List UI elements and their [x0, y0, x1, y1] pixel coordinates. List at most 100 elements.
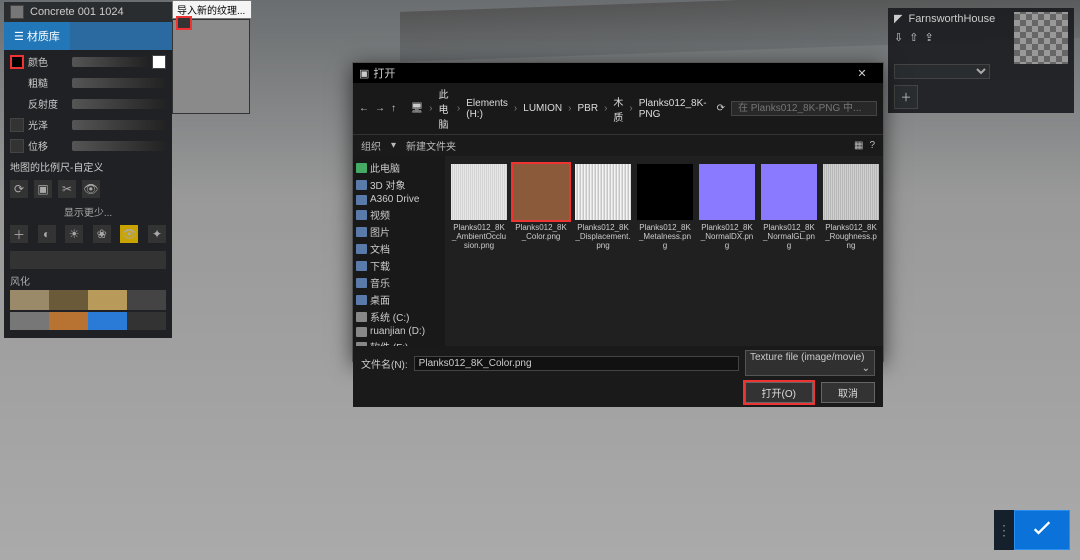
- label-depth: 位移: [28, 138, 68, 153]
- toolbar-add-icon[interactable]: ＋: [10, 225, 28, 243]
- open-folder-icon[interactable]: [176, 16, 192, 30]
- filename-input[interactable]: [414, 356, 739, 371]
- label-wind: 风化: [4, 273, 172, 288]
- close-icon[interactable]: ✕: [847, 67, 877, 80]
- confirm-check-button[interactable]: [1014, 510, 1070, 550]
- toolbar-leaf-icon[interactable]: ❀: [93, 225, 111, 243]
- tool-eye-icon[interactable]: 👁: [82, 180, 100, 198]
- search-input[interactable]: [731, 101, 877, 116]
- hud-dropdown[interactable]: [894, 64, 990, 79]
- texture-swatch-3[interactable]: [88, 290, 127, 310]
- texture-preview: 导入新的纹理...: [172, 0, 252, 114]
- folder-tree[interactable]: 此电脑 3D 对象 A360 Drive 视频 图片 文档 下载 音乐 桌面 系…: [353, 156, 445, 346]
- open-button[interactable]: 打开(O): [745, 382, 813, 403]
- material-tabs: ☰ 材质库: [4, 22, 172, 50]
- crumb[interactable]: 木质: [613, 94, 623, 124]
- file-thumb[interactable]: Planks012_8K_NormalDX.png: [699, 164, 755, 338]
- file-thumb[interactable]: Planks012_8K_AmbientOcclusion.png: [451, 164, 507, 338]
- triangle-icon: ◤: [894, 12, 902, 25]
- show-less-link[interactable]: 显示更少...: [4, 202, 172, 221]
- crumb[interactable]: LUMION: [523, 103, 562, 114]
- texture-swatch-7[interactable]: [88, 312, 127, 330]
- toolbar-eye-icon[interactable]: 👁: [120, 225, 138, 243]
- label-reflect: 反射度: [28, 96, 68, 111]
- crumb[interactable]: PBR: [578, 103, 599, 114]
- gloss-swatch[interactable]: [10, 118, 24, 132]
- file-thumb[interactable]: Planks012_8K_Roughness.png: [823, 164, 879, 338]
- slider-main[interactable]: [10, 251, 166, 269]
- dialog-icon: ▣: [359, 67, 369, 80]
- material-swatch-icon: [10, 5, 24, 19]
- depth-swatch[interactable]: [10, 139, 24, 153]
- slider-color[interactable]: [72, 57, 148, 67]
- dialog-title: 打开: [373, 65, 395, 81]
- hud-export-icon[interactable]: ⇪: [924, 31, 933, 44]
- camera-preview[interactable]: [1014, 12, 1068, 64]
- texture-swatch-5[interactable]: [10, 312, 49, 330]
- file-thumb[interactable]: Planks012_8K_NormalGL.png: [761, 164, 817, 338]
- label-color: 颜色: [28, 54, 68, 69]
- tool-rotate-icon[interactable]: ⟳: [10, 180, 28, 198]
- label-rough: 粗糙: [28, 75, 68, 90]
- texture-swatch-2[interactable]: [49, 290, 88, 310]
- tree-item: 桌面: [356, 291, 442, 308]
- texture-swatch-4[interactable]: [127, 290, 166, 310]
- breadcrumb-bar: ← → ↑ 🖥 ›此电脑 ›Elements (H:) ›LUMION ›PBR…: [353, 83, 883, 135]
- texture-swatch-1[interactable]: [10, 290, 49, 310]
- new-folder-button[interactable]: 新建文件夹: [406, 138, 456, 153]
- organize-menu[interactable]: 组织: [361, 138, 381, 153]
- tree-item: 文档: [356, 240, 442, 257]
- preview-image[interactable]: [172, 19, 250, 114]
- filetype-select[interactable]: Texture file (image/movie) ⌄: [745, 350, 875, 376]
- crumb[interactable]: 此电脑: [439, 86, 451, 131]
- color-swatch[interactable]: [10, 55, 24, 69]
- tree-item: 3D 对象: [356, 176, 442, 193]
- tree-item: 系统 (C:): [356, 308, 442, 325]
- toolbar-color-icon[interactable]: ◐: [38, 225, 56, 243]
- slider-gloss[interactable]: [72, 120, 166, 130]
- label-gloss: 光泽: [28, 117, 68, 132]
- scene-name: FarnsworthHouse: [908, 13, 995, 25]
- tool-scale-icon[interactable]: ▣: [34, 180, 52, 198]
- crumb[interactable]: Planks012_8K-PNG: [639, 98, 707, 120]
- file-grid[interactable]: Planks012_8K_AmbientOcclusion.png Planks…: [445, 156, 883, 346]
- tree-item: 软件 (F:): [356, 338, 442, 346]
- toolbar-spark-icon[interactable]: ✦: [148, 225, 166, 243]
- file-thumb[interactable]: Planks012_8K_Metalness.png: [637, 164, 693, 338]
- tree-item: ruanjian (D:): [356, 325, 442, 338]
- scene-hud: ◤FarnsworthHouse⋮ ⇩ ⇧ ⇪ ＋: [888, 8, 1074, 113]
- file-thumb-selected[interactable]: Planks012_8K_Color.png: [513, 164, 569, 338]
- material-title: Concrete 001 1024: [30, 6, 124, 18]
- tree-item: 图片: [356, 223, 442, 240]
- hud-download-icon[interactable]: ⇩: [894, 31, 903, 44]
- nav-up-icon[interactable]: ↑: [391, 103, 396, 114]
- hud-upload-icon[interactable]: ⇧: [909, 31, 918, 44]
- slider-rough[interactable]: [72, 78, 166, 88]
- tree-item: 音乐: [356, 274, 442, 291]
- texture-swatch-6[interactable]: [49, 312, 88, 330]
- filename-label: 文件名(N):: [361, 356, 408, 371]
- slider-depth[interactable]: [72, 141, 166, 151]
- tab-material-library[interactable]: ☰ 材质库: [4, 22, 70, 50]
- help-icon[interactable]: ?: [869, 140, 875, 151]
- tree-item: 下载: [356, 257, 442, 274]
- file-open-dialog: ▣ 打开 ✕ ← → ↑ 🖥 ›此电脑 ›Elements (H:) ›LUMI…: [352, 62, 884, 362]
- file-thumb[interactable]: Planks012_8K_Displacement.png: [575, 164, 631, 338]
- nav-fwd-icon[interactable]: →: [375, 103, 385, 114]
- slider-reflect[interactable]: [72, 99, 166, 109]
- check-icon: [1028, 516, 1056, 544]
- toolbar-sun-icon[interactable]: ☀: [65, 225, 83, 243]
- crumb[interactable]: Elements (H:): [466, 98, 508, 120]
- label-mapscale: 地图的比例尺-自定义: [10, 159, 166, 174]
- tool-cut-icon[interactable]: ✂: [58, 180, 76, 198]
- tree-item: A360 Drive: [356, 193, 442, 206]
- bottom-more-button[interactable]: ⋮: [994, 510, 1014, 550]
- tree-item: 此电脑: [356, 159, 442, 176]
- texture-swatch-8[interactable]: [127, 312, 166, 330]
- cancel-button[interactable]: 取消: [821, 382, 875, 403]
- hud-add-button[interactable]: ＋: [894, 85, 918, 109]
- refresh-icon[interactable]: ⟳: [717, 103, 725, 114]
- color-end-swatch[interactable]: [152, 55, 166, 69]
- view-icon[interactable]: ▦: [854, 140, 863, 151]
- nav-back-icon[interactable]: ←: [359, 103, 369, 114]
